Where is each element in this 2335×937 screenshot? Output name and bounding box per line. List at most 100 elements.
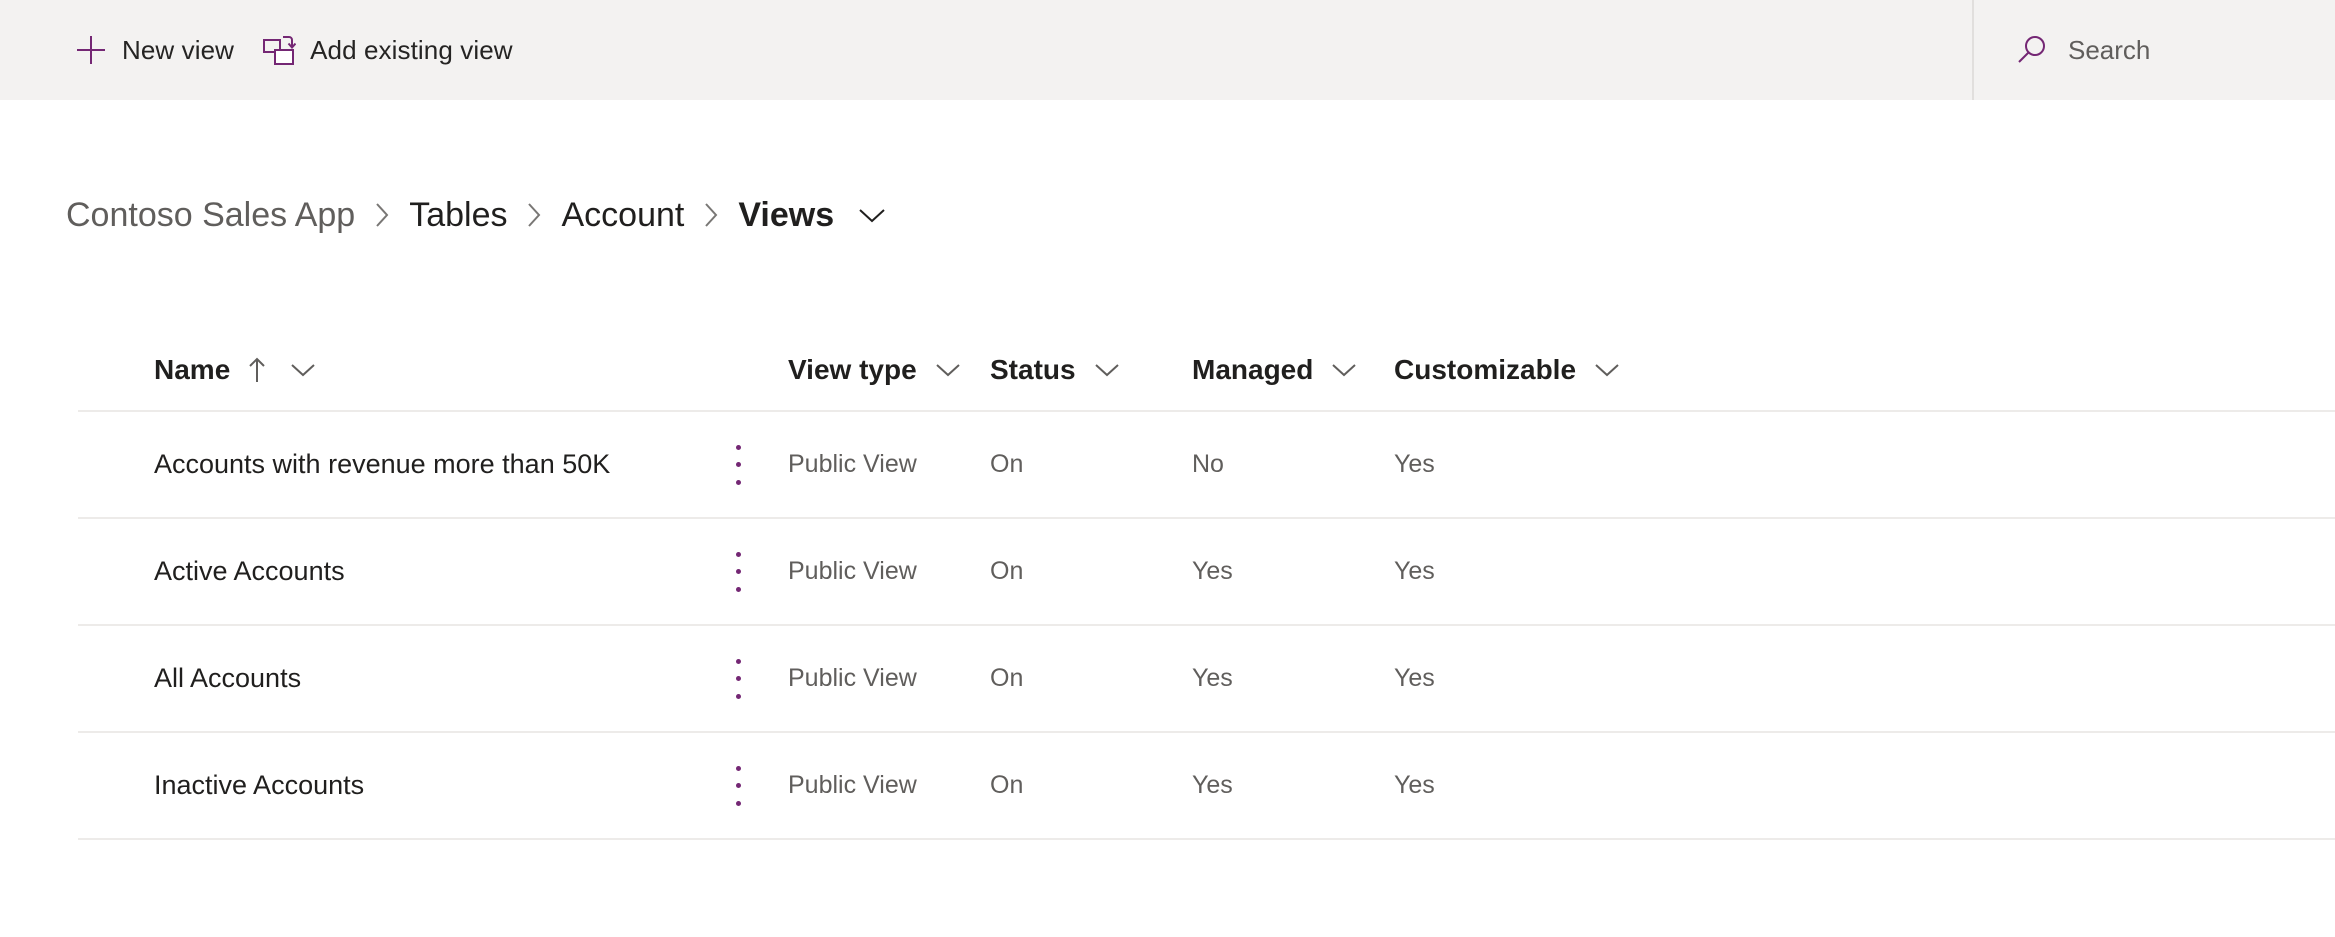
cell-status-text: On: [990, 450, 1024, 478]
cell-customizable: Yes: [1394, 664, 1694, 693]
cell-view-type-text: Public View: [788, 557, 917, 585]
chevron-down-icon[interactable]: [850, 198, 894, 232]
search-icon: [2016, 33, 2050, 67]
column-header-name[interactable]: Name: [78, 353, 688, 387]
cell-managed: Yes: [1192, 664, 1394, 693]
cell-view-type: Public View: [788, 557, 990, 586]
cell-name-text: Accounts with revenue more than 50K: [154, 449, 611, 479]
menu-dot: [735, 569, 741, 574]
cell-status: On: [990, 664, 1192, 693]
column-header-status-label: Status: [990, 354, 1076, 385]
cell-view-type: Public View: [788, 450, 990, 479]
add-existing-view-button[interactable]: Add existing view: [248, 0, 527, 100]
cell-view-type-text: Public View: [788, 664, 917, 692]
column-header-customizable[interactable]: Customizable: [1394, 354, 1694, 386]
breadcrumb-separator-icon: [359, 197, 405, 233]
menu-dot: [735, 765, 741, 771]
cell-view-type: Public View: [788, 664, 990, 693]
search-box[interactable]: [1972, 0, 2335, 100]
cell-managed: Yes: [1192, 771, 1394, 800]
column-header-customizable-label: Customizable: [1394, 354, 1577, 385]
chevron-down-icon[interactable]: [1325, 355, 1363, 385]
table-row[interactable]: All Accounts Public View On Yes Yes: [78, 626, 2335, 733]
menu-dot: [735, 479, 741, 485]
new-view-label: New view: [122, 34, 235, 65]
cell-status: On: [990, 450, 1192, 479]
cell-status-text: On: [990, 557, 1024, 585]
breadcrumb-item-views[interactable]: Views: [734, 196, 838, 235]
chevron-down-icon[interactable]: [1588, 355, 1626, 385]
menu-dot: [735, 551, 741, 557]
column-header-managed-label: Managed: [1192, 354, 1314, 385]
cell-customizable: Yes: [1394, 450, 1694, 479]
breadcrumb: Contoso Sales App Tables Account Views: [62, 188, 894, 242]
cell-managed: Yes: [1192, 557, 1394, 586]
cell-view-type: Public View: [788, 771, 990, 800]
arrow-up-icon: [242, 353, 272, 387]
cell-view-type-text: Public View: [788, 450, 917, 478]
cell-status: On: [990, 557, 1192, 586]
more-vertical-icon[interactable]: [716, 762, 760, 810]
cell-status-text: On: [990, 771, 1024, 799]
plus-icon: [74, 33, 108, 67]
cell-managed: No: [1192, 450, 1394, 479]
cell-customizable: Yes: [1394, 557, 1694, 586]
search-input[interactable]: [2068, 34, 2328, 66]
chevron-down-icon[interactable]: [284, 355, 322, 385]
cell-name[interactable]: All Accounts: [78, 663, 688, 694]
column-header-managed[interactable]: Managed: [1192, 354, 1394, 386]
breadcrumb-item-account[interactable]: Account: [557, 196, 688, 235]
cell-row-menu[interactable]: [688, 548, 788, 596]
chevron-down-icon[interactable]: [929, 355, 967, 385]
column-header-view-type[interactable]: View type: [788, 354, 990, 386]
cell-name-text: All Accounts: [154, 663, 302, 693]
more-vertical-icon[interactable]: [716, 655, 760, 703]
breadcrumb-item-app[interactable]: Contoso Sales App: [62, 196, 359, 235]
views-table: Name View type Status Managed Customizab…: [78, 330, 2335, 840]
column-header-name-label: Name: [154, 354, 231, 385]
cell-name-text: Inactive Accounts: [154, 770, 365, 800]
table-row[interactable]: Accounts with revenue more than 50K Publ…: [78, 412, 2335, 519]
menu-dot: [735, 676, 741, 681]
cell-managed-text: Yes: [1192, 557, 1233, 585]
more-vertical-icon[interactable]: [716, 548, 760, 596]
cell-customizable-text: Yes: [1394, 664, 1435, 692]
table-header-row: Name View type Status Managed Customizab…: [78, 330, 2335, 412]
menu-dot: [735, 462, 741, 467]
cell-row-menu[interactable]: [688, 655, 788, 703]
menu-dot: [735, 783, 741, 788]
menu-dot: [735, 658, 741, 664]
cell-managed-text: Yes: [1192, 771, 1233, 799]
cell-managed-text: Yes: [1192, 664, 1233, 692]
new-view-button[interactable]: New view: [60, 0, 248, 100]
cell-customizable-text: Yes: [1394, 771, 1435, 799]
chevron-down-icon[interactable]: [1088, 355, 1126, 385]
menu-dot: [735, 586, 741, 592]
cell-managed-text: No: [1192, 450, 1224, 478]
menu-dot: [735, 800, 741, 806]
cell-status-text: On: [990, 664, 1024, 692]
command-bar-actions: New view Add existing view: [0, 0, 527, 100]
breadcrumb-separator-icon: [511, 197, 557, 233]
menu-dot: [735, 444, 741, 450]
more-vertical-icon[interactable]: [716, 441, 760, 489]
cell-name[interactable]: Inactive Accounts: [78, 770, 688, 801]
cell-row-menu[interactable]: [688, 441, 788, 489]
table-row[interactable]: Active Accounts Public View On Yes Yes: [78, 519, 2335, 626]
column-header-view-type-label: View type: [788, 354, 917, 385]
cell-status: On: [990, 771, 1192, 800]
table-row[interactable]: Inactive Accounts Public View On Yes Yes: [78, 733, 2335, 840]
cell-customizable-text: Yes: [1394, 450, 1435, 478]
column-header-status[interactable]: Status: [990, 354, 1192, 386]
cell-name[interactable]: Active Accounts: [78, 556, 688, 587]
cell-row-menu[interactable]: [688, 762, 788, 810]
add-existing-view-label: Add existing view: [310, 34, 513, 65]
cell-customizable-text: Yes: [1394, 557, 1435, 585]
views-list-page: New view Add existing view Search Contos…: [0, 0, 2335, 937]
add-existing-view-icon: [262, 33, 297, 67]
cell-customizable: Yes: [1394, 771, 1694, 800]
cell-view-type-text: Public View: [788, 771, 917, 799]
menu-dot: [735, 693, 741, 699]
breadcrumb-item-tables[interactable]: Tables: [405, 196, 511, 235]
cell-name[interactable]: Accounts with revenue more than 50K: [78, 449, 688, 480]
